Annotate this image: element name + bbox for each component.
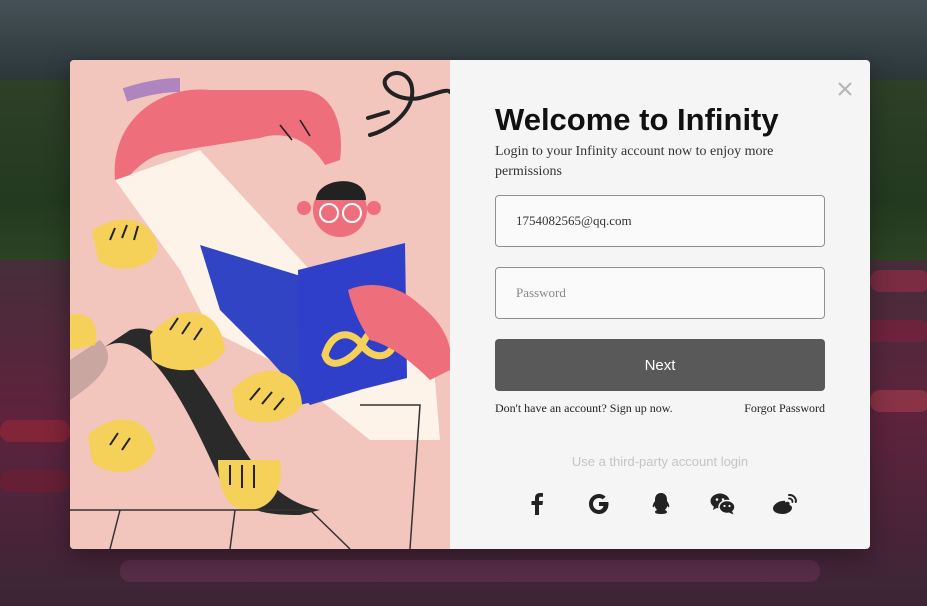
facebook-icon[interactable] [524, 491, 550, 517]
close-icon[interactable] [836, 80, 854, 98]
wechat-icon[interactable] [710, 491, 736, 517]
page-title: Welcome to Infinity [495, 102, 779, 137]
login-subtitle: Login to your Infinity account now to en… [495, 144, 774, 179]
email-input[interactable] [496, 196, 824, 246]
email-field[interactable] [495, 195, 825, 247]
password-field[interactable] [495, 267, 825, 319]
qq-icon[interactable] [648, 491, 674, 517]
third-party-label: Use a third-party account login [571, 454, 749, 469]
reader-illustration [70, 60, 450, 549]
weibo-icon[interactable] [772, 491, 798, 517]
login-panel: Welcome to Infinity Login to your Infini… [450, 60, 870, 549]
google-icon[interactable] [586, 491, 612, 517]
next-button[interactable]: Next [495, 339, 825, 391]
password-input[interactable] [496, 268, 824, 318]
signup-link[interactable]: Don't have an account? Sign up now. [495, 401, 673, 416]
account-links: Don't have an account? Sign up now. Forg… [495, 401, 825, 416]
social-login-row [524, 491, 797, 517]
login-modal: Welcome to Infinity Login to your Infini… [70, 60, 870, 549]
forgot-password-link[interactable]: Forgot Password [744, 401, 825, 416]
